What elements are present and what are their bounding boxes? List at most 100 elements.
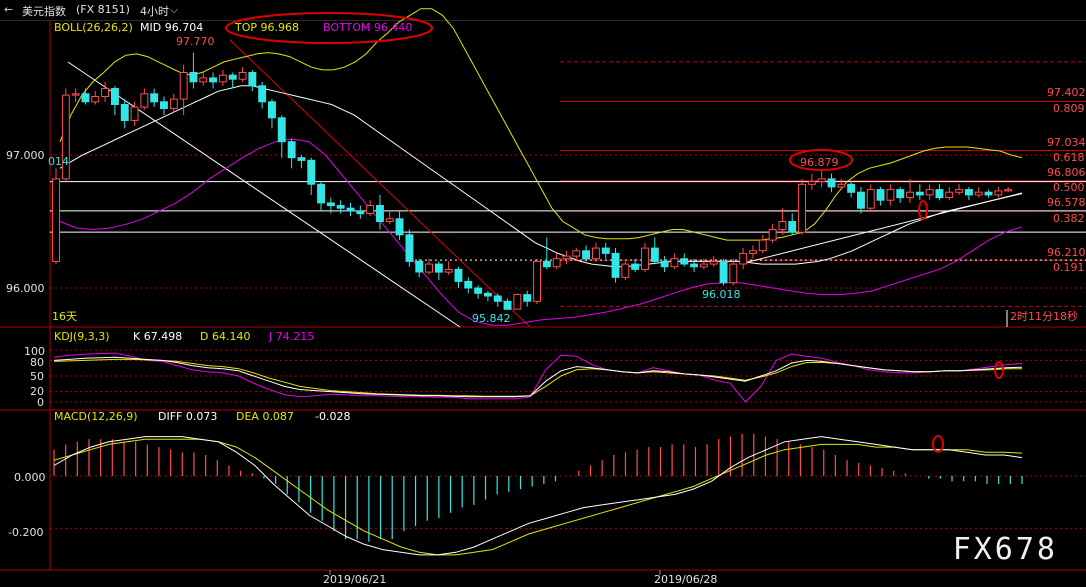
candle-body-78 bbox=[817, 178, 826, 183]
candle-body-11 bbox=[160, 101, 168, 110]
low-label: 95.842 bbox=[472, 312, 511, 325]
fib-ratio-5: 0.191 bbox=[1053, 261, 1085, 274]
candle-body-35 bbox=[395, 218, 404, 236]
candle-body-29 bbox=[336, 205, 345, 209]
candle-body-5 bbox=[101, 88, 109, 97]
candle-body-81 bbox=[847, 183, 856, 193]
kdj-d: D 64.140 bbox=[200, 330, 250, 343]
candle-body-71 bbox=[749, 250, 757, 255]
candle-body-27 bbox=[317, 183, 326, 204]
candle-body-46 bbox=[503, 300, 512, 310]
kdj-tick-80: 80 bbox=[30, 356, 44, 369]
candle-body-76 bbox=[798, 183, 806, 233]
candle-body-14 bbox=[189, 72, 198, 83]
candle-body-28 bbox=[326, 202, 335, 207]
fib-price-4: 96.578 bbox=[1047, 196, 1086, 209]
candle-body-86 bbox=[896, 189, 905, 199]
candle-body-52 bbox=[562, 255, 571, 260]
left-edge-label: 014 bbox=[48, 155, 69, 168]
candle-body-68 bbox=[719, 260, 728, 284]
candle-body-74 bbox=[778, 221, 787, 230]
countdown-label: 2时11分18秒 bbox=[1010, 309, 1078, 323]
boll-name: BOLL(26,26,2) bbox=[54, 21, 133, 34]
candle-body-96 bbox=[994, 190, 1003, 196]
swing-high-label: 96.879 bbox=[800, 156, 839, 169]
macd-dea-line bbox=[53, 438, 1023, 556]
candle-body-66 bbox=[699, 263, 708, 268]
fib-price-2: 97.034 bbox=[1047, 136, 1086, 149]
boll-mid: MID 96.704 bbox=[140, 21, 203, 34]
candle-body-55 bbox=[592, 247, 600, 260]
candle-body-41 bbox=[454, 268, 463, 282]
macd-diff: DIFF 0.073 bbox=[158, 410, 217, 423]
kdj-k: K 67.498 bbox=[133, 330, 182, 343]
candle-body-87 bbox=[906, 191, 914, 198]
candle-body-85 bbox=[886, 189, 895, 201]
candle-body-54 bbox=[582, 250, 590, 260]
candle-body-91 bbox=[945, 191, 954, 198]
macd-tick-neg: -0.200 bbox=[8, 526, 43, 539]
kdj-highlight bbox=[994, 361, 1004, 379]
candle-body-17 bbox=[218, 74, 227, 83]
candle-body-7 bbox=[120, 104, 129, 121]
boll-bottom: BOTTOM 96.440 bbox=[323, 21, 412, 34]
boll-top: TOP 96.968 bbox=[234, 21, 299, 34]
candle-body-94 bbox=[974, 191, 983, 196]
fib-price-1: 97.402 bbox=[1047, 86, 1086, 99]
candle-body-49 bbox=[533, 260, 541, 302]
trend-lines bbox=[67, 39, 1023, 328]
price-tick-97: 97.000 bbox=[6, 149, 45, 162]
candle-body-36 bbox=[405, 234, 414, 262]
trend-line-red bbox=[229, 39, 531, 328]
candle-body-25 bbox=[297, 157, 306, 161]
candle-body-83 bbox=[866, 189, 875, 209]
candle-body-39 bbox=[434, 263, 443, 273]
macd-value: -0.028 bbox=[315, 410, 350, 423]
candle-body-80 bbox=[837, 183, 846, 188]
candle-body-64 bbox=[680, 258, 689, 265]
fib-ratio-1: 0.809 bbox=[1053, 102, 1085, 115]
kdj-tick-50: 50 bbox=[30, 370, 44, 383]
macd-dea: DEA 0.087 bbox=[236, 410, 294, 423]
candle-body-6 bbox=[111, 88, 119, 105]
candle-body-22 bbox=[268, 101, 276, 119]
candle-body-24 bbox=[287, 141, 296, 159]
candle-body-19 bbox=[238, 72, 247, 80]
chart-canvas: BOLL(26,26,2) MID 96.704 TOP 96.968 BOTT… bbox=[0, 8, 1086, 586]
candle-body-57 bbox=[611, 252, 620, 278]
candle-body-18 bbox=[228, 74, 237, 80]
fib-ratio-4: 0.382 bbox=[1053, 212, 1085, 225]
candle-body-82 bbox=[857, 191, 865, 209]
watermark: FX678 bbox=[952, 532, 1058, 567]
price-tick-96: 96.000 bbox=[6, 282, 45, 295]
fibonacci-levels bbox=[50, 61, 1086, 307]
price-highlight bbox=[918, 200, 928, 220]
candle-body-92 bbox=[955, 189, 964, 193]
candle-body-77 bbox=[807, 181, 816, 185]
candle-body-67 bbox=[709, 260, 718, 265]
candle-body-69 bbox=[729, 263, 738, 284]
swing-low-label: 96.018 bbox=[702, 288, 741, 301]
days-label: 16天 bbox=[52, 310, 77, 323]
candle-body-10 bbox=[150, 93, 159, 103]
candle-body-75 bbox=[788, 221, 797, 233]
fib-price-3: 96.806 bbox=[1047, 166, 1086, 179]
candle-body-44 bbox=[484, 292, 492, 297]
candle-body-12 bbox=[169, 98, 178, 109]
candle-body-4 bbox=[91, 96, 100, 103]
candle-body-20 bbox=[248, 72, 257, 87]
candle-body-37 bbox=[415, 260, 424, 273]
high-label: 97.770 bbox=[176, 35, 215, 48]
candle-body-97 bbox=[1004, 189, 1013, 192]
candle-body-33 bbox=[376, 205, 384, 222]
candle-body-26 bbox=[307, 159, 316, 185]
candle-body-0 bbox=[52, 178, 60, 262]
boll-mid-line bbox=[59, 85, 1023, 268]
fib-ratio-3: 0.500 bbox=[1053, 181, 1085, 194]
candle-body-32 bbox=[366, 205, 375, 214]
candle-body-42 bbox=[464, 280, 473, 289]
kdj-name: KDJ(9,3,3) bbox=[54, 330, 110, 343]
candle-body-62 bbox=[660, 260, 669, 268]
candle-body-15 bbox=[199, 77, 208, 83]
kdj-d-line bbox=[53, 358, 1022, 397]
